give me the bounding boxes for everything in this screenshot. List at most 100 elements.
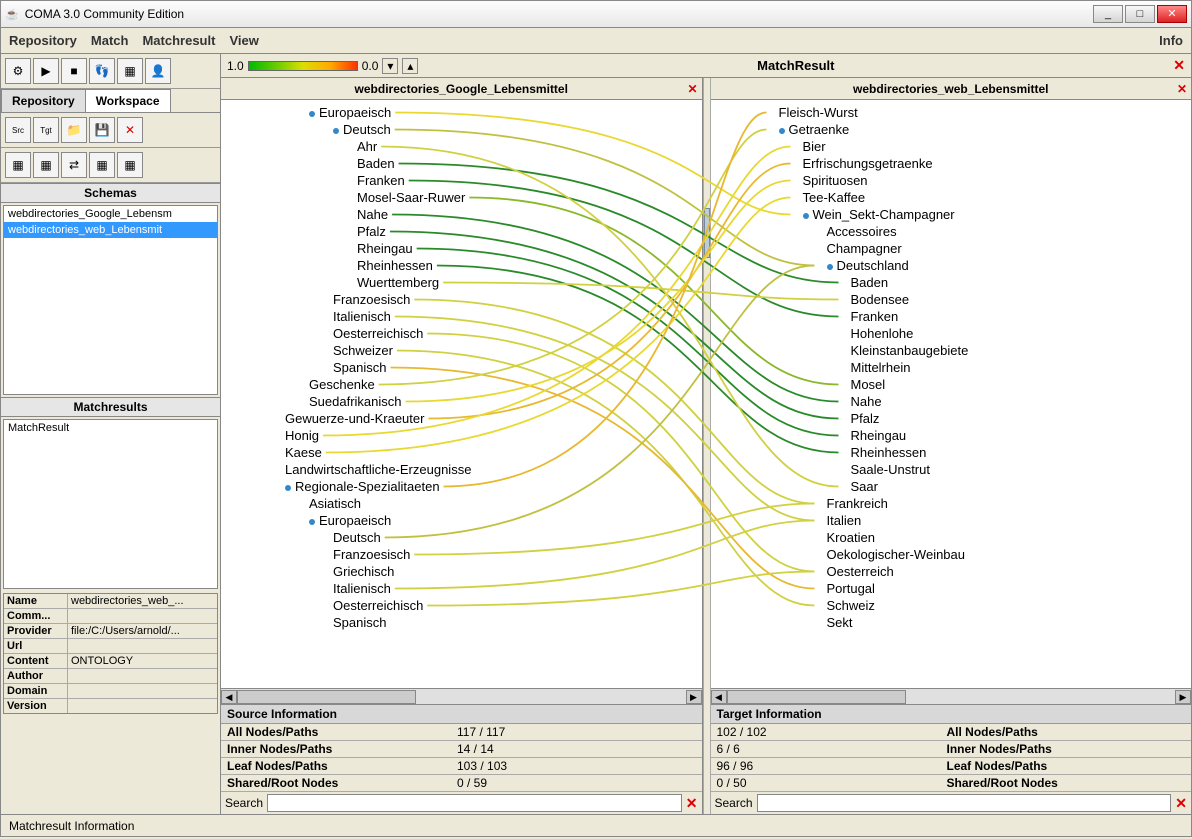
- tree-node[interactable]: Sekt: [715, 614, 1188, 631]
- tree-node[interactable]: Deutsch: [225, 121, 698, 138]
- toolbar-btn-1[interactable]: ⚙: [5, 58, 31, 84]
- tree-node[interactable]: Mittelrhein: [715, 359, 1188, 376]
- tree-node[interactable]: Spanisch: [225, 359, 698, 376]
- tree-node[interactable]: Rheingau: [715, 427, 1188, 444]
- tree-node[interactable]: Getraenke: [715, 121, 1188, 138]
- ws-btn-c[interactable]: ⇄: [61, 152, 87, 178]
- target-tree[interactable]: Fleisch-WurstGetraenkeBierErfrischungsge…: [711, 100, 1192, 688]
- tree-node[interactable]: Rheinhessen: [715, 444, 1188, 461]
- tree-node[interactable]: Kleinstanbaugebiete: [715, 342, 1188, 359]
- tree-node[interactable]: Asiatisch: [225, 495, 698, 512]
- tree-node[interactable]: Italienisch: [225, 308, 698, 325]
- target-pane-close-icon[interactable]: ✕: [1177, 82, 1187, 96]
- source-search-input[interactable]: [267, 794, 682, 812]
- tree-node[interactable]: Kaese: [225, 444, 698, 461]
- menu-repository[interactable]: Repository: [9, 33, 77, 48]
- tree-node[interactable]: Geschenke: [225, 376, 698, 393]
- tree-node[interactable]: Champagner: [715, 240, 1188, 257]
- matchresult-item[interactable]: MatchResult: [8, 422, 213, 434]
- maximize-button[interactable]: □: [1125, 5, 1155, 23]
- tree-node[interactable]: Hohenlohe: [715, 325, 1188, 342]
- tree-node[interactable]: Spirituosen: [715, 172, 1188, 189]
- tree-node[interactable]: Erfrischungsgetraenke: [715, 155, 1188, 172]
- tree-node[interactable]: Oesterreichisch: [225, 325, 698, 342]
- ws-btn-d[interactable]: ▦: [89, 152, 115, 178]
- tree-node[interactable]: Pfalz: [715, 410, 1188, 427]
- tree-node[interactable]: Europaeisch: [225, 104, 698, 121]
- target-search-input[interactable]: [757, 794, 1172, 812]
- tree-node[interactable]: Griechisch: [225, 563, 698, 580]
- tree-node[interactable]: Nahe: [225, 206, 698, 223]
- ws-btn-save[interactable]: 💾: [89, 117, 115, 143]
- tree-node[interactable]: Saar: [715, 478, 1188, 495]
- tree-node[interactable]: Frankreich: [715, 495, 1188, 512]
- tree-node[interactable]: Pfalz: [225, 223, 698, 240]
- tree-node[interactable]: Italienisch: [225, 580, 698, 597]
- tab-workspace[interactable]: Workspace: [85, 89, 171, 112]
- schema-item-selected[interactable]: webdirectories_web_Lebensmit: [4, 222, 217, 238]
- ws-btn-b[interactable]: ▦: [33, 152, 59, 178]
- tree-node[interactable]: Italien: [715, 512, 1188, 529]
- tree-node[interactable]: Oesterreichisch: [225, 597, 698, 614]
- tree-node[interactable]: Tee-Kaffee: [715, 189, 1188, 206]
- toolbar-btn-3[interactable]: ■: [61, 58, 87, 84]
- tree-node[interactable]: Deutsch: [225, 529, 698, 546]
- tree-node[interactable]: Nahe: [715, 393, 1188, 410]
- close-button[interactable]: ✕: [1157, 5, 1187, 23]
- source-scrollbar[interactable]: ◀▶: [221, 688, 702, 704]
- toolbar-btn-6[interactable]: 👤: [145, 58, 171, 84]
- ws-btn-a[interactable]: ▦: [5, 152, 31, 178]
- tree-node[interactable]: Ahr: [225, 138, 698, 155]
- ws-btn-target[interactable]: Tgt: [33, 117, 59, 143]
- tab-repository[interactable]: Repository: [1, 89, 86, 112]
- menu-info[interactable]: Info: [1159, 33, 1183, 48]
- sort-icon[interactable]: ▴: [402, 58, 418, 74]
- tree-node[interactable]: Suedafrikanisch: [225, 393, 698, 410]
- target-scrollbar[interactable]: ◀▶: [711, 688, 1192, 704]
- tree-node[interactable]: Rheinhessen: [225, 257, 698, 274]
- tree-node[interactable]: Portugal: [715, 580, 1188, 597]
- filter-icon[interactable]: ▾: [382, 58, 398, 74]
- ws-btn-e[interactable]: ▦: [117, 152, 143, 178]
- toolbar-btn-play[interactable]: ▶: [33, 58, 59, 84]
- tree-node[interactable]: Landwirtschaftliche-Erzeugnisse: [225, 461, 698, 478]
- source-tree[interactable]: EuropaeischDeutschAhrBadenFrankenMosel-S…: [221, 100, 702, 688]
- tree-node[interactable]: Wein_Sekt-Champagner: [715, 206, 1188, 223]
- tree-node[interactable]: Europaeisch: [225, 512, 698, 529]
- tree-node[interactable]: Bodensee: [715, 291, 1188, 308]
- ws-btn-open[interactable]: 📁: [61, 117, 87, 143]
- source-pane-close-icon[interactable]: ✕: [687, 82, 697, 96]
- tree-node[interactable]: Mosel: [715, 376, 1188, 393]
- tree-node[interactable]: Franzoesisch: [225, 291, 698, 308]
- tree-node[interactable]: Kroatien: [715, 529, 1188, 546]
- tree-node[interactable]: Accessoires: [715, 223, 1188, 240]
- tree-node[interactable]: Honig: [225, 427, 698, 444]
- tree-node[interactable]: Deutschland: [715, 257, 1188, 274]
- tree-node[interactable]: Franken: [715, 308, 1188, 325]
- tree-node[interactable]: Franken: [225, 172, 698, 189]
- tree-node[interactable]: Mosel-Saar-Ruwer: [225, 189, 698, 206]
- schemas-list[interactable]: webdirectories_Google_Lebensm webdirecto…: [3, 205, 218, 395]
- tree-node[interactable]: Oekologischer-Weinbau: [715, 546, 1188, 563]
- tree-node[interactable]: Baden: [715, 274, 1188, 291]
- tree-node[interactable]: Fleisch-Wurst: [715, 104, 1188, 121]
- schema-item[interactable]: webdirectories_Google_Lebensm: [4, 206, 217, 222]
- tree-node[interactable]: Bier: [715, 138, 1188, 155]
- tree-node[interactable]: Spanisch: [225, 614, 698, 631]
- menu-view[interactable]: View: [229, 33, 258, 48]
- ws-btn-source[interactable]: Src: [5, 117, 31, 143]
- ws-btn-delete[interactable]: ✕: [117, 117, 143, 143]
- toolbar-btn-4[interactable]: 👣: [89, 58, 115, 84]
- minimize-button[interactable]: _: [1093, 5, 1123, 23]
- tree-node[interactable]: Regionale-Spezialitaeten: [225, 478, 698, 495]
- tree-node[interactable]: Saale-Unstrut: [715, 461, 1188, 478]
- tree-node[interactable]: Schweiz: [715, 597, 1188, 614]
- tree-node[interactable]: Rheingau: [225, 240, 698, 257]
- target-search-clear-icon[interactable]: ✕: [1175, 795, 1187, 812]
- source-search-clear-icon[interactable]: ✕: [686, 795, 698, 812]
- tree-node[interactable]: Baden: [225, 155, 698, 172]
- pane-divider[interactable]: [703, 78, 711, 814]
- tree-node[interactable]: Franzoesisch: [225, 546, 698, 563]
- tree-node[interactable]: Gewuerze-und-Kraeuter: [225, 410, 698, 427]
- menu-matchresult[interactable]: Matchresult: [142, 33, 215, 48]
